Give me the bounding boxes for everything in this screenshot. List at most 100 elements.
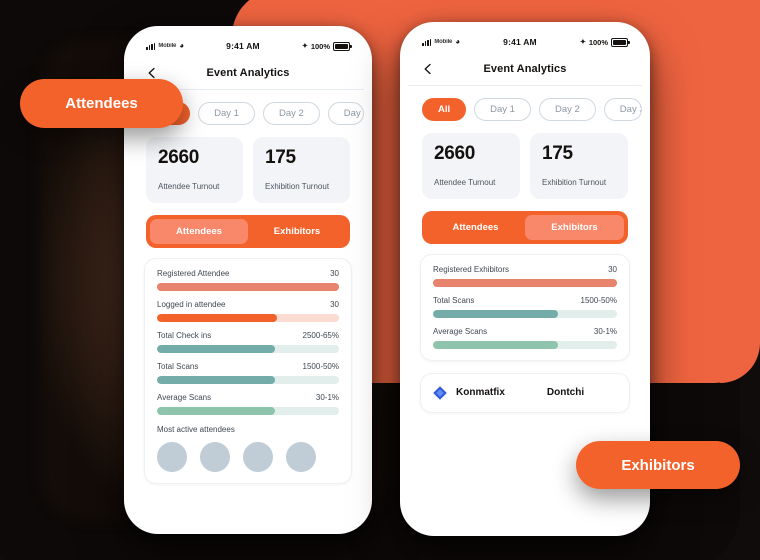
exhibitor-list-row[interactable]: Konmatfix Dontchi <box>420 372 630 413</box>
metric-fill <box>433 278 617 287</box>
filter-pill-day-2[interactable]: Day 2 <box>262 102 320 125</box>
avatar[interactable] <box>157 441 187 472</box>
stat-value: 2660 <box>434 143 476 164</box>
tab-attendees[interactable]: Attendees <box>150 218 248 244</box>
stat-card-exhibition-turnout: 175 Exhibition Turnout <box>530 133 628 199</box>
filter-pill-day-2[interactable]: Day 2 <box>538 98 596 121</box>
wifi-icon: ◕ <box>455 37 461 46</box>
chevron-left-icon[interactable] <box>422 63 434 75</box>
metric-item: Average Scans 30-1% <box>433 327 617 349</box>
status-bar: Mobile ◕ 9:41 AM ✦ 100% <box>132 33 364 53</box>
status-bar-left: Mobile ◕ <box>422 38 460 46</box>
metric-fill <box>433 309 559 318</box>
stat-label: Attendee Turnout <box>434 177 496 187</box>
metric-fill <box>157 282 339 291</box>
metric-header: Total Scans 1500-50% <box>157 362 339 371</box>
signal-bars-icon <box>422 38 432 46</box>
stat-value: 2660 <box>158 147 200 168</box>
metric-value: 2500-65% <box>302 330 339 340</box>
avatar[interactable] <box>243 441 273 472</box>
metric-name: Logged in attendee <box>157 299 226 309</box>
filter-pill-day-1[interactable]: Day 1 <box>474 98 531 121</box>
metric-header: Average Scans 30-1% <box>433 327 617 336</box>
stat-value: 175 <box>542 143 573 164</box>
metric-name: Registered Exhibitors <box>433 264 510 274</box>
metric-item: Average Scans 30-1% <box>157 393 339 415</box>
wifi-icon: ◕ <box>179 41 185 50</box>
metric-value: 30-1% <box>593 326 617 336</box>
bluetooth-icon: ✦ <box>579 39 586 46</box>
nav-header: Event Analytics <box>408 53 642 86</box>
avatar[interactable] <box>286 441 316 472</box>
metric-fill <box>157 406 276 415</box>
metric-item: Registered Attendee 30 <box>157 269 339 291</box>
stat-card-row: 2660 Attendee Turnout 175 Exhibition Tur… <box>408 121 642 199</box>
signal-bars-icon <box>146 42 156 50</box>
metric-header: Registered Exhibitors 30 <box>433 265 617 274</box>
avatar-row <box>157 441 339 472</box>
stat-label: Exhibition Turnout <box>542 177 607 187</box>
carrier-label: Mobile <box>434 39 453 45</box>
battery-percent-label: 100% <box>588 37 608 47</box>
status-bar-time: 9:41 AM <box>503 37 537 47</box>
metric-value: 30-1% <box>315 392 339 402</box>
battery-icon <box>611 37 630 47</box>
filter-pill-day-3[interactable]: Day 3 <box>327 102 364 125</box>
diamond-logo-icon <box>433 386 447 400</box>
stat-label: Exhibition Turnout <box>265 181 330 191</box>
avatar[interactable] <box>200 441 230 472</box>
filter-pill-day-1[interactable]: Day 1 <box>198 102 255 125</box>
metric-track <box>433 278 617 287</box>
metric-track <box>157 344 339 353</box>
status-bar-right: ✦ 100% <box>301 41 352 51</box>
metric-header: Logged in attendee 30 <box>157 300 339 309</box>
metric-header: Average Scans 30-1% <box>157 393 339 402</box>
metric-item: Total Scans 1500-50% <box>433 296 617 318</box>
day-filter-row: All Day 1 Day 2 Day 3 <box>408 86 642 121</box>
filter-pill-all[interactable]: All <box>422 98 467 121</box>
metric-value: 30 <box>330 268 339 278</box>
metric-name: Registered Attendee <box>157 268 230 278</box>
badge-exhibitors: Exhibitors <box>576 441 740 489</box>
filter-pill-day-3[interactable]: Day 3 <box>603 98 642 121</box>
metric-item: Logged in attendee 30 <box>157 300 339 322</box>
attendees-metrics-card: Registered Attendee 30 Logged in attendee 3… <box>144 257 352 484</box>
metric-fill <box>157 375 276 384</box>
exhibitors-metrics-card: Registered Exhibitors 30 Total Scans 1500-5… <box>420 253 630 361</box>
stage: Mobile ◕ 9:41 AM ✦ 100% Event Analytics … <box>0 0 760 560</box>
metric-value: 1500-50% <box>580 295 617 305</box>
stat-card-attendee-turnout: 2660 Attendee Turnout <box>146 137 243 203</box>
metric-value: 30 <box>330 299 339 309</box>
stat-card-attendee-turnout: 2660 Attendee Turnout <box>422 133 520 199</box>
metric-header: Registered Attendee 30 <box>157 269 339 278</box>
tab-exhibitors[interactable]: Exhibitors <box>525 214 624 240</box>
page-title: Event Analytics <box>483 63 567 75</box>
chevron-left-icon[interactable] <box>146 67 158 79</box>
exhibitor-name-primary: Konmatfix <box>456 387 505 399</box>
metric-value: 30 <box>608 264 617 274</box>
metric-item: Total Scans 1500-50% <box>157 362 339 384</box>
metric-track <box>157 282 339 291</box>
metric-item: Registered Exhibitors 30 <box>433 265 617 287</box>
metric-fill <box>433 340 559 349</box>
status-bar-left: Mobile ◕ <box>146 42 184 50</box>
metric-name: Total Scans <box>157 361 199 371</box>
status-bar: Mobile ◕ 9:41 AM ✦ 100% <box>408 29 642 49</box>
tab-exhibitors[interactable]: Exhibitors <box>248 219 346 244</box>
metric-track <box>157 313 339 322</box>
stat-label: Attendee Turnout <box>158 181 220 191</box>
metric-fill <box>157 313 278 322</box>
stat-card-row: 2660 Attendee Turnout 175 Exhibition Tur… <box>132 125 364 203</box>
metric-item: Total Check ins 2500-65% <box>157 331 339 353</box>
most-active-label: Most active attendees <box>157 424 235 434</box>
battery-icon <box>333 41 352 51</box>
metric-header: Total Scans 1500-50% <box>433 296 617 305</box>
tab-attendees[interactable]: Attendees <box>426 215 525 240</box>
badge-attendees: Attendees <box>20 79 183 128</box>
bluetooth-icon: ✦ <box>301 43 308 50</box>
stat-value: 175 <box>265 147 296 168</box>
metric-fill <box>157 344 276 353</box>
metric-track <box>157 406 339 415</box>
status-bar-right: ✦ 100% <box>579 37 630 47</box>
metric-name: Total Scans <box>433 295 475 305</box>
